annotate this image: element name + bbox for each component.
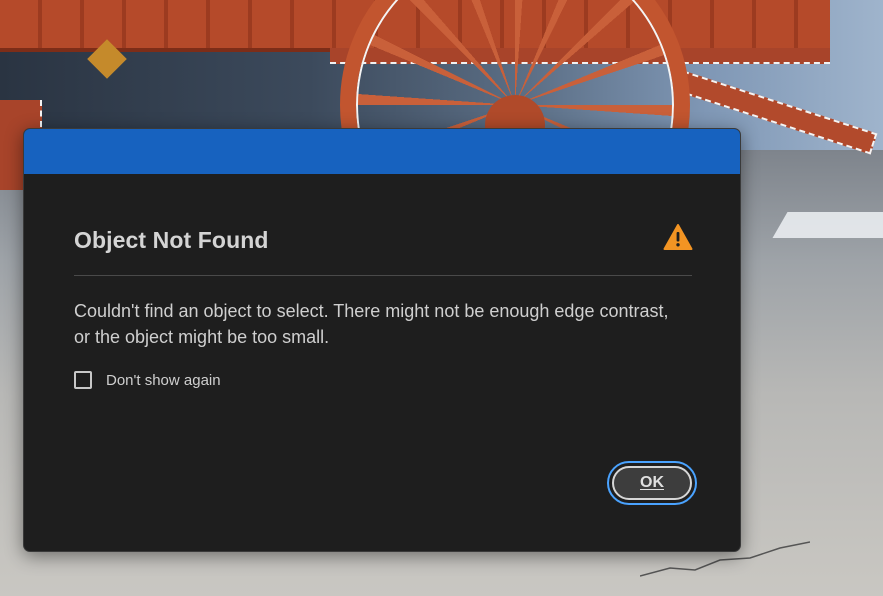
dialog-message: Couldn't find an object to select. There… bbox=[74, 301, 669, 347]
dialog-divider bbox=[74, 275, 692, 276]
dialog-title: Object Not Found bbox=[74, 227, 269, 253]
dialog-titlebar bbox=[24, 129, 740, 174]
dont-show-again-label[interactable]: Don't show again bbox=[106, 372, 221, 389]
dont-show-again-checkbox-row[interactable]: Don't show again bbox=[74, 369, 221, 391]
warning-icon bbox=[663, 224, 693, 250]
object-not-found-dialog: Object Not Found Couldn't find an object… bbox=[23, 128, 741, 552]
ok-button-label[interactable]: OK bbox=[612, 466, 692, 500]
dont-show-again-checkbox[interactable] bbox=[74, 371, 92, 389]
ok-button[interactable]: OK bbox=[607, 461, 697, 505]
app-canvas: Object Not Found Couldn't find an object… bbox=[0, 0, 883, 596]
